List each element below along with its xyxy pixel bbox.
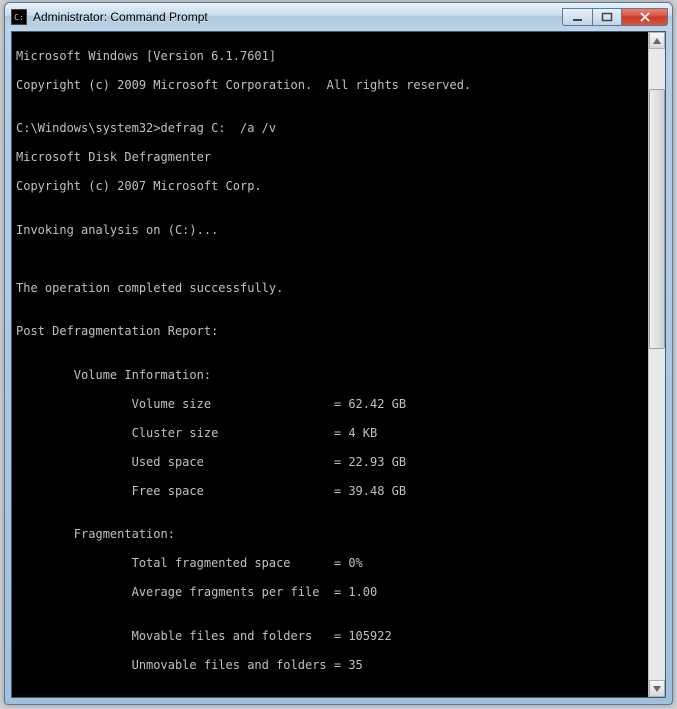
close-button[interactable] — [622, 8, 668, 26]
output-line: Fragmentation: — [16, 527, 644, 542]
client-area: Microsoft Windows [Version 6.1.7601] Cop… — [11, 31, 666, 698]
window-title: Administrator: Command Prompt — [33, 10, 562, 24]
output-line: Microsoft Windows [Version 6.1.7601] — [16, 49, 644, 64]
scroll-up-button[interactable] — [649, 32, 665, 49]
scroll-down-button[interactable] — [649, 680, 665, 697]
window-controls — [562, 8, 668, 26]
maximize-button[interactable] — [592, 8, 622, 26]
cmd-icon: C: — [11, 9, 27, 25]
output-line: Volume size = 62.42 GB — [16, 397, 644, 412]
output-line: Unmovable files and folders = 35 — [16, 658, 644, 673]
output-line: Movable files and folders = 105922 — [16, 629, 644, 644]
scroll-track[interactable] — [649, 49, 665, 680]
output-line: Microsoft Disk Defragmenter — [16, 150, 644, 165]
minimize-button[interactable] — [562, 8, 592, 26]
terminal-output[interactable]: Microsoft Windows [Version 6.1.7601] Cop… — [12, 32, 648, 697]
output-line: Volume Information: — [16, 368, 644, 383]
output-line: C:\Windows\system32>defrag C: /a /v — [16, 121, 644, 136]
titlebar[interactable]: C: Administrator: Command Prompt — [5, 3, 672, 31]
output-line: Copyright (c) 2007 Microsoft Corp. — [16, 179, 644, 194]
output-line: Invoking analysis on (C:)... — [16, 223, 644, 238]
output-line: Used space = 22.93 GB — [16, 455, 644, 470]
output-line: Cluster size = 4 KB — [16, 426, 644, 441]
vertical-scrollbar[interactable] — [648, 32, 665, 697]
output-line: The operation completed successfully. — [16, 281, 644, 296]
scroll-thumb[interactable] — [649, 89, 665, 349]
output-line: Average fragments per file = 1.00 — [16, 585, 644, 600]
output-line: Total fragmented space = 0% — [16, 556, 644, 571]
command-prompt-window: C: Administrator: Command Prompt Microso… — [4, 2, 673, 705]
output-line: Copyright (c) 2009 Microsoft Corporation… — [16, 78, 644, 93]
output-line: Free space = 39.48 GB — [16, 484, 644, 499]
output-line: Post Defragmentation Report: — [16, 324, 644, 339]
